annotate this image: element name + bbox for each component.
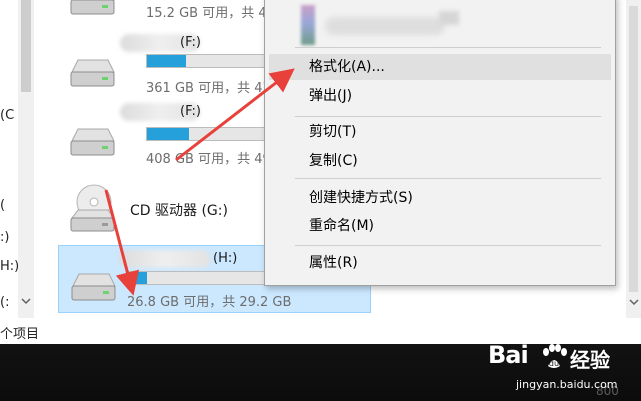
menu-item-format[interactable]: 格式化(A)...: [269, 54, 611, 80]
drive-space-info: 15.2 GB 可用，共 4: [146, 6, 267, 21]
hard-drive-icon: [70, 59, 115, 87]
content-scrollbar-thumb[interactable]: [629, 6, 638, 292]
baidu-jingyan-watermark: Bai du 经验 jingyan.baidu.com: [488, 338, 638, 398]
drive-space-info: 408 GB 可用，共 49: [146, 152, 271, 167]
menu-separator: [295, 178, 601, 179]
menu-separator: [295, 245, 601, 246]
drive-letter: (F:): [180, 104, 201, 119]
drive-space-info: 26.8 GB 可用，共 29.2 GB: [127, 295, 292, 310]
nav-item-fragment[interactable]: H:): [0, 259, 19, 274]
nav-item-fragment[interactable]: (: [0, 198, 5, 213]
menu-item-cut[interactable]: 剪切(T): [269, 119, 611, 145]
nav-scrollbar[interactable]: [18, 0, 34, 318]
drive-space-info: 361 GB 可用，共 43: [146, 81, 271, 96]
hard-drive-icon: [71, 273, 116, 301]
drive-usage-fill: [147, 128, 189, 140]
menu-item-create-shortcut[interactable]: 创建快捷方式(S): [269, 185, 611, 211]
chevron-down-icon[interactable]: [629, 298, 639, 306]
drive-name: CD 驱动器 (G:): [130, 203, 228, 219]
menu-separator: [295, 47, 601, 48]
hard-drive-icon: [70, 0, 115, 15]
drive-letter: (H:): [213, 251, 238, 266]
baidu-logo-text: Bai: [488, 341, 529, 369]
item-count-text: 个项目: [0, 327, 40, 342]
drive-letter: (F:): [180, 35, 201, 50]
menu-item-eject[interactable]: 弹出(J): [269, 83, 611, 109]
explorer-screenshot: (C ( :) H:) (: 15.2 GB 可用，共 4 (F:) 361 G…: [0, 0, 641, 401]
baidu-logo-suffix: du: [549, 359, 559, 368]
nav-item-fragment[interactable]: :): [0, 230, 9, 245]
menu-item-rename[interactable]: 重命名(M): [269, 213, 611, 239]
hard-drive-icon: [70, 128, 115, 156]
blurred-menu-header: [279, 5, 459, 45]
context-menu: 格式化(A)... 弹出(J) 剪切(T) 复制(C) 创建快捷方式(S) 重命…: [264, 0, 616, 286]
baidu-paw-icon: du: [543, 344, 567, 368]
drive-usage-fill: [128, 272, 147, 284]
navigation-pane[interactable]: (C ( :) H:) (:: [0, 0, 40, 318]
nav-item-fragment[interactable]: (:: [0, 295, 9, 310]
menu-item-copy[interactable]: 复制(C): [269, 148, 611, 174]
watermark-url: jingyan.baidu.com: [516, 378, 618, 391]
drive-usage-fill: [147, 55, 186, 67]
content-scrollbar[interactable]: [626, 0, 641, 318]
nav-item-fragment[interactable]: (C: [0, 108, 14, 123]
menu-separator: [295, 116, 601, 117]
chevron-down-icon[interactable]: [20, 296, 32, 310]
cd-drive-icon: [70, 184, 115, 232]
jingyan-label: 经验: [570, 348, 610, 372]
blurred-drive-label: [119, 250, 211, 268]
menu-item-properties[interactable]: 属性(R): [269, 250, 611, 276]
nav-scrollbar-thumb[interactable]: [21, 0, 31, 92]
